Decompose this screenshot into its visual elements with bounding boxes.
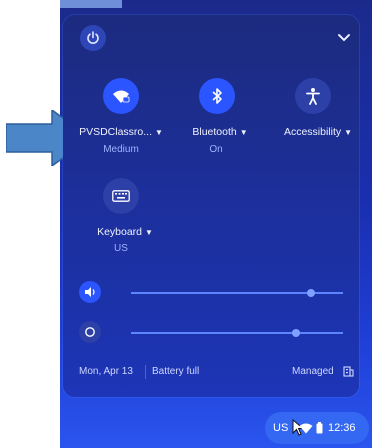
accessibility-toggle[interactable] xyxy=(295,78,331,114)
chevron-down-icon: ▼ xyxy=(239,128,248,137)
keyboard-toggle[interactable] xyxy=(103,178,139,214)
accessibility-label[interactable]: Accessibility ▼ xyxy=(284,126,352,138)
battery-status: Battery full xyxy=(152,366,200,377)
volume-icon xyxy=(85,287,95,297)
footer-divider xyxy=(145,365,146,379)
brightness-slider-track[interactable] xyxy=(131,332,343,334)
chevron-down-icon: ▼ xyxy=(145,228,153,237)
wifi-network-label[interactable]: PVSDClassro... ▼ xyxy=(79,126,163,138)
clock[interactable]: 12:36 xyxy=(328,422,356,434)
wifi-signal-label: Medium xyxy=(103,144,139,155)
brightness-icon xyxy=(85,327,95,337)
bluetooth-icon xyxy=(212,88,222,104)
accessibility-icon xyxy=(306,88,320,105)
managed-label[interactable]: Managed xyxy=(292,366,334,377)
bluetooth-label[interactable]: Bluetooth ▼ xyxy=(192,126,247,138)
chevron-down-icon: ▼ xyxy=(344,128,353,137)
window-edge xyxy=(60,0,122,8)
keyboard-icon xyxy=(112,190,130,202)
wifi-icon xyxy=(113,90,130,103)
volume-button[interactable] xyxy=(79,281,101,303)
keyboard-label[interactable]: Keyboard ▼ xyxy=(97,226,153,238)
brightness-button[interactable] xyxy=(79,321,101,343)
battery-icon xyxy=(316,422,323,434)
power-icon xyxy=(87,31,99,44)
date-label[interactable]: Mon, Apr 13 xyxy=(79,366,133,377)
building-icon xyxy=(343,366,354,377)
keyboard-layout-indicator[interactable]: US xyxy=(273,422,288,434)
chevron-down-icon: ▼ xyxy=(155,128,163,137)
wifi-toggle[interactable] xyxy=(103,78,139,114)
bluetooth-status: On xyxy=(209,144,223,155)
bluetooth-toggle[interactable] xyxy=(199,78,235,114)
wifi-tray-icon xyxy=(299,423,313,434)
power-button[interactable] xyxy=(80,25,106,51)
keyboard-layout-label: US xyxy=(114,243,128,254)
collapse-chevron-icon[interactable] xyxy=(335,29,353,47)
